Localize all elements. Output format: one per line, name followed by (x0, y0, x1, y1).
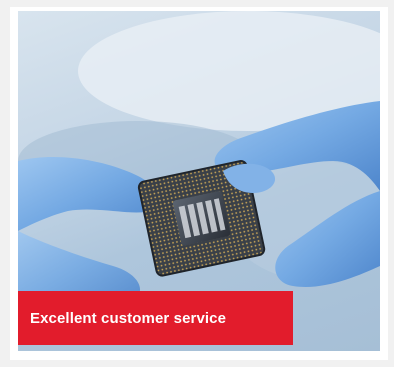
caption-banner: Excellent customer service (18, 291, 293, 345)
processor-chip-photo: Excellent customer service (18, 11, 380, 351)
caption-text: Excellent customer service (30, 309, 227, 327)
feature-tile[interactable]: Excellent customer service (10, 7, 388, 360)
